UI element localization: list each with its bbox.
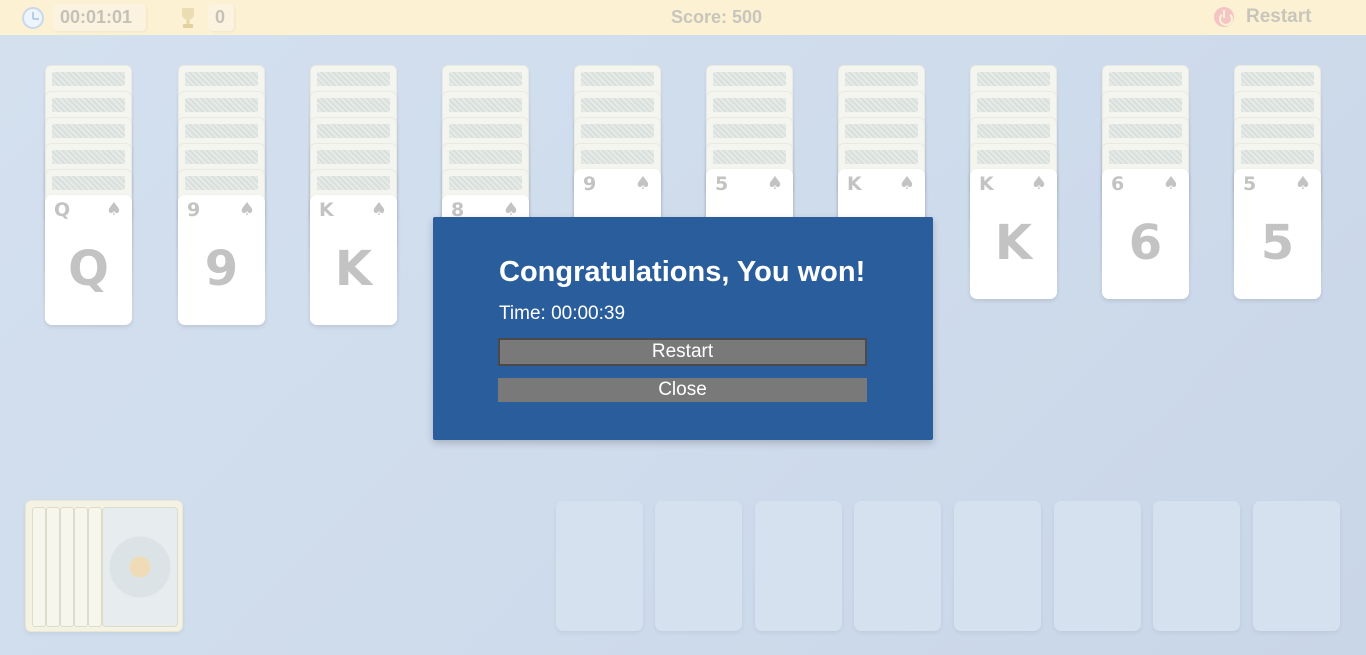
foundation-slot: [1054, 501, 1141, 631]
card-rank: 6: [1111, 173, 1125, 195]
card-rank: K: [847, 173, 862, 195]
stock-pile[interactable]: [25, 500, 183, 632]
dialog-restart-button[interactable]: Restart: [498, 338, 867, 366]
card-rank-large: 9: [204, 241, 239, 297]
card-face[interactable]: Q ♠ Q: [45, 195, 132, 325]
spade-icon: ♠: [1294, 173, 1311, 194]
stock-card-edge: [46, 507, 60, 627]
wins-count: 0: [208, 4, 234, 31]
foundation-slot: [854, 501, 941, 631]
foundation-slot: [1153, 501, 1240, 631]
stock-card-edge: [74, 507, 88, 627]
clock-icon: [22, 7, 44, 29]
card-rank-large: Q: [68, 241, 109, 297]
dialog-time: Time: 00:00:39: [499, 303, 626, 324]
card-rank: 5: [715, 173, 729, 195]
card-face[interactable]: 5 ♠ 5: [1234, 169, 1321, 299]
foundation-slot: [954, 501, 1041, 631]
card-face[interactable]: 6 ♠ 6: [1102, 169, 1189, 299]
win-dialog: Congratulations, You won! Time: 00:00:39…: [433, 217, 933, 440]
card-rank-large: 5: [1260, 215, 1295, 271]
elapsed-time: 00:01:01: [53, 4, 146, 31]
card-face[interactable]: K ♠ K: [310, 195, 397, 325]
foundation-slot: [556, 501, 643, 631]
top-bar: 00:01:01 0 Score: 500 Restart: [0, 0, 1366, 35]
stock-card-edge: [32, 507, 46, 627]
restart-button[interactable]: Restart: [1214, 5, 1311, 29]
dialog-title: Congratulations, You won!: [499, 256, 866, 288]
spade-icon: ♠: [634, 173, 651, 194]
card-rank: Q: [54, 199, 71, 221]
foundation-slot: [755, 501, 842, 631]
spade-icon: ♠: [1030, 173, 1047, 194]
foundation-slot: [655, 501, 742, 631]
spade-icon: ♠: [898, 173, 915, 194]
card-face[interactable]: 9 ♠ 9: [178, 195, 265, 325]
card-rank: K: [319, 199, 334, 221]
restart-label: Restart: [1246, 6, 1312, 27]
stock-card-edge: [88, 507, 102, 627]
card-rank: 5: [1243, 173, 1257, 195]
trophy-icon: [182, 8, 194, 28]
dialog-close-button[interactable]: Close: [498, 378, 867, 402]
foundation-slot: [1253, 501, 1340, 631]
card-rank: 9: [187, 199, 201, 221]
card-rank-large: 6: [1128, 215, 1163, 271]
card-rank-large: K: [334, 241, 373, 297]
card-rank-large: K: [994, 215, 1033, 271]
card-rank: 9: [583, 173, 597, 195]
spade-icon: ♠: [1162, 173, 1179, 194]
spade-icon: ♠: [105, 199, 122, 220]
spade-icon: ♠: [370, 199, 387, 220]
spade-icon: ♠: [238, 199, 255, 220]
card-face[interactable]: K ♠ K: [970, 169, 1057, 299]
stock-card-back: [102, 507, 178, 627]
card-rank: K: [979, 173, 994, 195]
score-display: Score: 500: [671, 7, 763, 27]
power-icon: [1214, 7, 1234, 27]
spade-icon: ♠: [766, 173, 783, 194]
stock-card-edge: [60, 507, 74, 627]
